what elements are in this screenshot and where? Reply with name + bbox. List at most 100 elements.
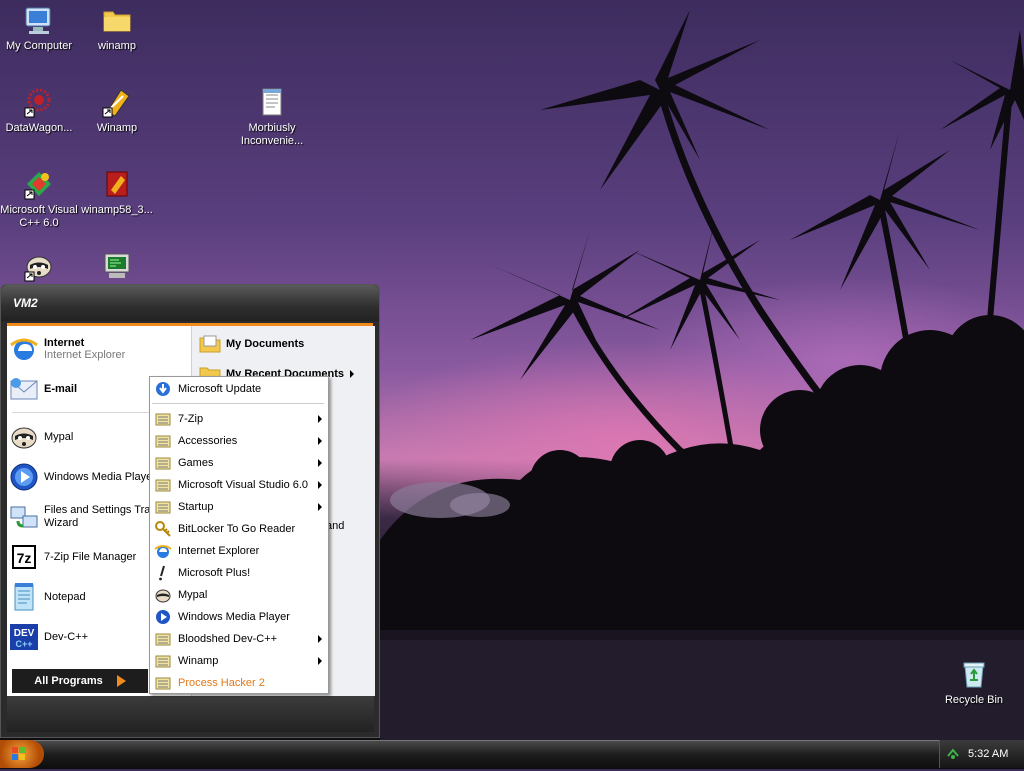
- folder-icon: [101, 4, 133, 36]
- datawagon-icon: [23, 86, 55, 118]
- svg-text:DEV: DEV: [14, 628, 35, 639]
- taskbar-clock[interactable]: 5:32 AM: [968, 748, 1008, 760]
- mypal-raccoon-icon: [23, 250, 55, 282]
- program-item-label: Winamp: [178, 655, 219, 667]
- program-item-7zip[interactable]: 7-Zip: [150, 408, 328, 430]
- start-item-email-title: E-mail: [44, 383, 78, 395]
- desktop-icon-winamp[interactable]: Winamp: [78, 86, 156, 135]
- chevron-right-icon: [318, 459, 322, 467]
- start-item-internet[interactable]: Internet Internet Explorer: [8, 331, 188, 367]
- windows-logo-icon: [12, 747, 25, 760]
- dev-cpp-icon: DEV C++: [8, 621, 40, 653]
- text-document-icon: [256, 86, 288, 118]
- desktop-icon-morbiusly-inconvenient[interactable]: Morbiusly Inconvenie...: [233, 86, 311, 148]
- system-tray: 5:32 AM: [939, 740, 1024, 768]
- start-item-label: Dev-C++: [44, 631, 89, 643]
- taskbar: [0, 740, 1024, 769]
- program-item-label: 7-Zip: [178, 413, 204, 425]
- media-player-icon: [154, 608, 172, 626]
- terminal-computer-icon: [101, 250, 133, 282]
- desktop-icon-winamp-installer[interactable]: winamp58_3...: [78, 168, 156, 217]
- chevron-right-icon: [318, 503, 322, 511]
- program-item-bloodshed-dev-cpp[interactable]: Bloodshed Dev-C++: [150, 628, 328, 650]
- program-item-bitlocker[interactable]: BitLocker To Go Reader: [150, 518, 328, 540]
- chevron-right-icon: [318, 437, 322, 445]
- desktop-icon-label: winamp58_3...: [81, 204, 153, 216]
- start-menu-user-name: VM2: [1, 285, 379, 321]
- program-group-icon: [154, 454, 172, 472]
- email-icon: [8, 373, 40, 405]
- start-item-internet-title: Internet: [44, 337, 85, 349]
- program-item-accessories[interactable]: Accessories: [150, 430, 328, 452]
- program-item-games[interactable]: Games: [150, 452, 328, 474]
- desktop-icon-visual-cpp[interactable]: Microsoft Visual C++ 6.0: [0, 168, 78, 230]
- start-item-my-documents[interactable]: My Documents: [198, 331, 304, 357]
- program-item-microsoft-update[interactable]: Microsoft Update: [150, 378, 328, 400]
- program-item-microsoft-plus[interactable]: Microsoft Plus!: [150, 562, 328, 584]
- desktop-icon-mypal[interactable]: [0, 250, 78, 286]
- internet-explorer-icon: [8, 333, 40, 365]
- all-programs-menu: Microsoft Update 7-Zip Accessories Games…: [149, 376, 329, 694]
- bitlocker-key-icon: [154, 520, 172, 538]
- desktop-icon-my-computer[interactable]: My Computer: [0, 4, 78, 53]
- my-documents-icon: [198, 332, 222, 356]
- chevron-right-icon: [318, 481, 322, 489]
- svg-text:7z: 7z: [17, 550, 32, 566]
- desktop-icon-label: Recycle Bin: [944, 694, 1004, 706]
- program-group-icon: [154, 630, 172, 648]
- network-icon[interactable]: [946, 746, 960, 760]
- svg-text:C++: C++: [15, 639, 32, 649]
- mypal-raccoon-icon: [154, 586, 172, 604]
- program-item-label: Windows Media Player: [178, 611, 290, 623]
- chevron-right-icon: [318, 415, 322, 423]
- program-group-icon: [154, 432, 172, 450]
- winamp-icon: [101, 86, 133, 118]
- program-item-visual-studio[interactable]: Microsoft Visual Studio 6.0: [150, 474, 328, 496]
- arrow-right-icon: [116, 675, 126, 687]
- program-item-startup[interactable]: Startup: [150, 496, 328, 518]
- start-item-label: 7-Zip File Manager: [44, 551, 137, 563]
- program-group-icon: [154, 674, 172, 692]
- winamp-installer-icon: [101, 168, 133, 200]
- chevron-right-icon: [318, 657, 322, 665]
- program-item-label: Mypal: [178, 589, 208, 601]
- transfer-wizard-icon: [8, 501, 40, 533]
- program-item-label: Microsoft Update: [178, 383, 262, 395]
- program-item-mypal[interactable]: Mypal: [150, 584, 328, 606]
- program-item-process-hacker[interactable]: Process Hacker 2: [150, 672, 328, 694]
- desktop-icon-label: My Computer: [5, 40, 73, 52]
- menu-separator: [152, 403, 324, 404]
- desktop-icon-terminal[interactable]: [78, 250, 156, 286]
- desktop-icon-recycle-bin[interactable]: Recycle Bin: [935, 658, 1013, 707]
- desktop-icon-label: Winamp: [96, 122, 138, 134]
- program-item-winamp[interactable]: Winamp: [150, 650, 328, 672]
- start-menu-footer: [7, 696, 374, 732]
- program-group-icon: [154, 652, 172, 670]
- desktop-icon-label: winamp: [98, 40, 136, 52]
- visual-cpp-icon: [23, 168, 55, 200]
- desktop-icon-winamp-folder[interactable]: winamp: [78, 4, 156, 53]
- desktop-icon-label: Morbiusly Inconvenie...: [240, 122, 304, 147]
- program-item-label: Bloodshed Dev-C++: [178, 633, 278, 645]
- program-item-windows-media-player[interactable]: Windows Media Player: [150, 606, 328, 628]
- program-item-label: Microsoft Plus!: [178, 567, 251, 579]
- desktop-icon-datawagon[interactable]: DataWagon...: [0, 86, 78, 135]
- start-item-label: Notepad: [44, 591, 86, 603]
- program-item-label: Startup: [178, 501, 214, 513]
- chevron-right-icon: [349, 370, 354, 378]
- program-item-internet-explorer[interactable]: Internet Explorer: [150, 540, 328, 562]
- all-programs-label: All Programs: [34, 675, 103, 687]
- start-item-label: Windows Media Player: [44, 471, 156, 483]
- all-programs-button[interactable]: All Programs: [12, 669, 148, 693]
- mypal-raccoon-icon: [8, 421, 40, 453]
- 7zip-icon: 7z: [8, 541, 40, 573]
- my-computer-icon: [23, 4, 55, 36]
- notepad-icon: [8, 581, 40, 613]
- start-item-label: My Documents: [226, 338, 305, 350]
- program-item-label: BitLocker To Go Reader: [178, 523, 296, 535]
- program-group-icon: [154, 476, 172, 494]
- start-button[interactable]: [0, 740, 44, 768]
- program-item-label: Internet Explorer: [178, 545, 260, 557]
- microsoft-plus-icon: [154, 564, 172, 582]
- start-item-label: Mypal: [44, 431, 74, 443]
